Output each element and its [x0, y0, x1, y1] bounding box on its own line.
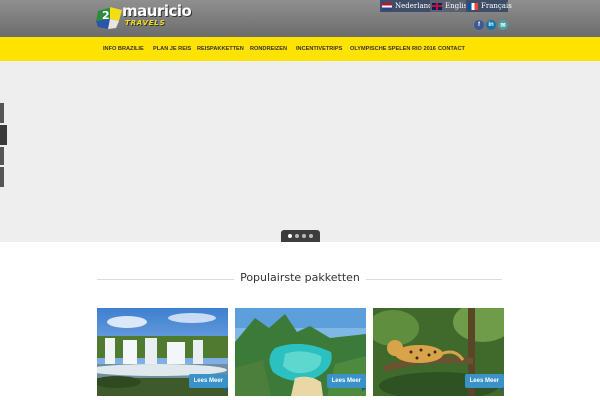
- main-navigation: INFO BRAZILIE PLAN JE REIS REISPAKKETTEN…: [0, 37, 600, 61]
- nav-item-incentivetrips[interactable]: INCENTIVETRIPS: [296, 37, 342, 61]
- nav-item-olympische-spelen[interactable]: OLYMPISCHE SPELEN RIO 2016: [350, 37, 436, 61]
- slider-dot[interactable]: [309, 234, 313, 238]
- nav-item-contact[interactable]: CONTACT: [438, 37, 465, 61]
- slider-dot[interactable]: [295, 234, 299, 238]
- logo-mark-icon: 2: [96, 7, 122, 29]
- nav-item-plan-je-reis[interactable]: PLAN JE REIS: [153, 37, 191, 61]
- facebook-icon[interactable]: f: [474, 20, 484, 30]
- language-dutch[interactable]: Nederlands: [380, 0, 436, 12]
- package-card-waterfall[interactable]: Lees Meer: [97, 308, 228, 396]
- nav-item-rondreizen[interactable]: RONDREIZEN: [250, 37, 287, 61]
- hero-slider[interactable]: [0, 61, 600, 242]
- site-logo[interactable]: 2 mauricio TRAVELS: [96, 2, 196, 31]
- linkedin-icon[interactable]: in: [486, 20, 496, 30]
- read-more-button[interactable]: Lees Meer: [326, 374, 366, 392]
- side-tab[interactable]: [0, 167, 4, 187]
- side-tab[interactable]: [0, 103, 4, 123]
- section-title-text: Populairste pakketten: [234, 271, 366, 284]
- side-tab[interactable]: [0, 125, 7, 145]
- section-title: Populairste pakketten: [0, 271, 600, 284]
- slider-pagination: [281, 230, 320, 242]
- svg-text:2: 2: [102, 9, 110, 22]
- mail-icon[interactable]: ✉: [498, 20, 508, 30]
- slider-dot[interactable]: [288, 234, 292, 238]
- nav-item-info-brazilie[interactable]: INFO BRAZILIE: [103, 37, 144, 61]
- top-header: 2 mauricio TRAVELS Nederlands English Fr…: [0, 0, 600, 37]
- logo-tagline: TRAVELS: [125, 19, 166, 27]
- logo-wordmark: mauricio: [122, 2, 192, 20]
- language-french[interactable]: Français: [466, 0, 512, 12]
- language-label-fr: Français: [481, 2, 512, 10]
- nav-item-reispakketten[interactable]: REISPAKKETTEN: [197, 37, 244, 61]
- language-english[interactable]: English: [430, 0, 472, 12]
- slider-dot[interactable]: [302, 234, 306, 238]
- package-card-bay[interactable]: Lees Meer: [235, 308, 366, 396]
- read-more-button[interactable]: Lees Meer: [464, 374, 504, 392]
- read-more-button[interactable]: Lees Meer: [188, 374, 228, 392]
- package-card-jaguar[interactable]: Lees Meer: [373, 308, 504, 396]
- uk-flag-icon: [432, 2, 442, 10]
- language-switcher: Nederlands English Français: [380, 0, 512, 12]
- netherlands-flag-icon: [382, 2, 392, 10]
- side-tab[interactable]: [0, 147, 4, 165]
- france-flag-icon: [468, 2, 478, 10]
